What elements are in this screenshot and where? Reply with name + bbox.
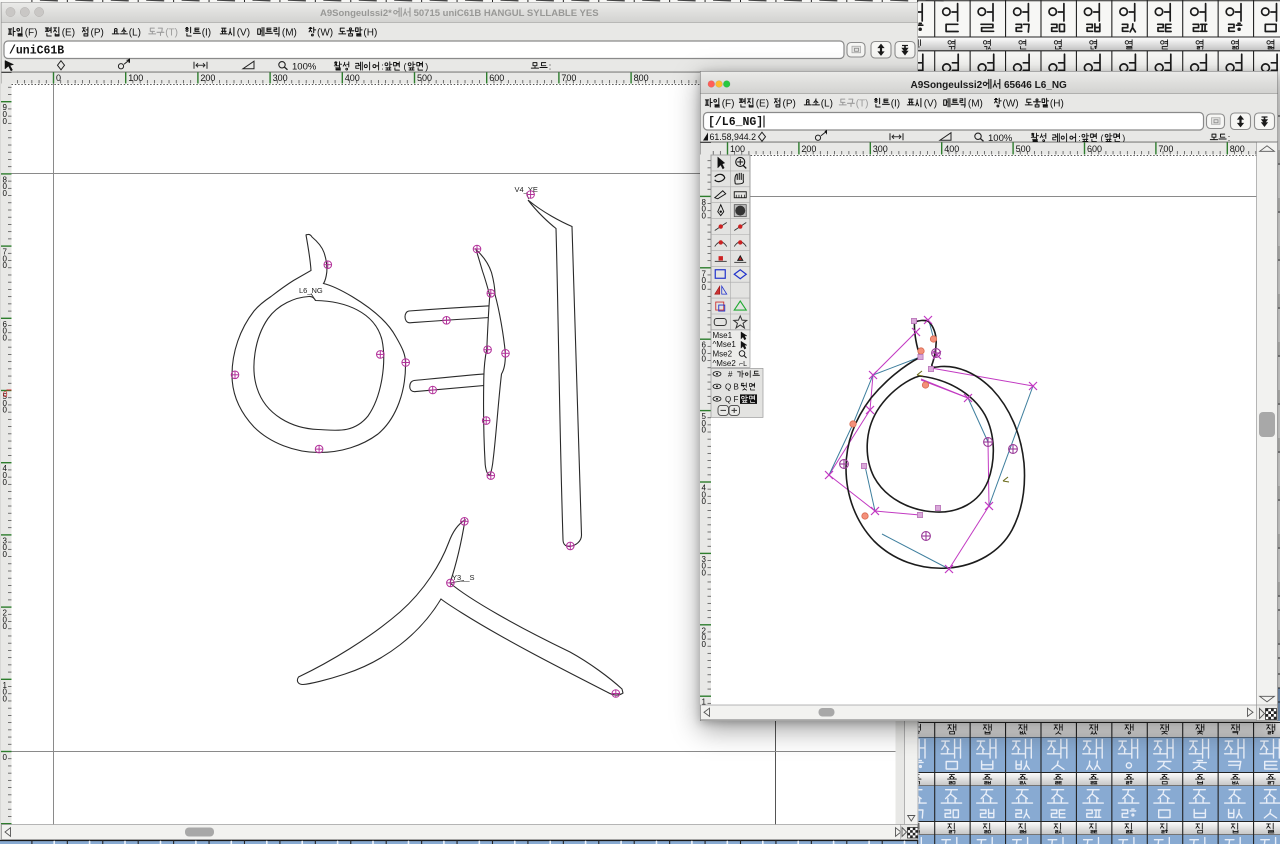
svg-text:(W): (W) — [1003, 99, 1019, 110]
svg-text:0: 0 — [3, 753, 8, 762]
svg-text:(M): (M) — [282, 28, 297, 39]
svg-text:Q F: Q F — [725, 395, 738, 404]
svg-text:0: 0 — [702, 569, 707, 578]
svg-text:100: 100 — [128, 73, 143, 83]
svg-text:(V): (V) — [237, 28, 250, 39]
svg-text:100: 100 — [730, 144, 745, 154]
svg-text:(H): (H) — [1050, 99, 1064, 110]
svg-text:(F): (F) — [722, 99, 735, 110]
svg-text:700: 700 — [1158, 144, 1173, 154]
svg-text:Q B: Q B — [725, 382, 739, 391]
svg-text:700: 700 — [561, 73, 576, 83]
svg-text:0: 0 — [3, 333, 8, 342]
svg-text:0: 0 — [3, 406, 8, 415]
svg-text:400: 400 — [345, 73, 360, 83]
svg-text:0: 0 — [3, 189, 8, 198]
svg-text:(T): (T) — [856, 99, 869, 110]
svg-text:(T): (T) — [165, 28, 178, 39]
svg-text:(P): (P) — [91, 28, 104, 39]
svg-text:[/L6_NG]: [/L6_NG] — [708, 116, 763, 129]
svg-text:0: 0 — [3, 261, 8, 270]
svg-text:0: 0 — [702, 497, 707, 506]
svg-text:(P): (P) — [783, 99, 796, 110]
svg-text::: : — [381, 62, 384, 72]
svg-text:(I): (I) — [891, 99, 900, 110]
svg-text:(H): (H) — [363, 28, 377, 39]
svg-text:(E): (E) — [756, 99, 769, 110]
svg-text:0: 0 — [3, 478, 8, 487]
svg-text:(L): (L) — [129, 28, 141, 39]
svg-text:0: 0 — [3, 117, 8, 126]
svg-text:0: 0 — [3, 622, 8, 631]
svg-text:(W): (W) — [317, 28, 333, 39]
svg-text:0: 0 — [702, 640, 707, 649]
svg-text:0: 0 — [56, 73, 61, 83]
svg-text:(: ( — [404, 62, 407, 72]
svg-text:200: 200 — [200, 73, 215, 83]
svg-text:0: 0 — [702, 426, 707, 435]
svg-text:500: 500 — [1016, 144, 1031, 154]
svg-text:0: 0 — [3, 694, 8, 703]
svg-text:400: 400 — [944, 144, 959, 154]
svg-text::: : — [1228, 133, 1231, 143]
svg-text::: : — [1078, 133, 1081, 143]
svg-text:): ) — [425, 62, 428, 72]
svg-text:^Mse1: ^Mse1 — [713, 340, 737, 349]
svg-text:): ) — [1122, 133, 1125, 143]
svg-text:800: 800 — [1230, 144, 1245, 154]
svg-text:#: # — [728, 370, 733, 379]
svg-text:(I): (I) — [202, 28, 211, 39]
svg-text:⌐L: ⌐L — [739, 361, 747, 368]
svg-text:50715 uniC61B HANGUL SYLLABLE: 50715 uniC61B HANGUL SYLLABLE YES — [414, 8, 599, 19]
svg-text:0: 0 — [702, 283, 707, 292]
svg-text:0: 0 — [702, 354, 707, 363]
svg-text:Mse1: Mse1 — [713, 331, 733, 340]
svg-text:(L): (L) — [821, 99, 833, 110]
svg-text:(: ( — [1101, 133, 1104, 143]
svg-text:800: 800 — [634, 73, 649, 83]
svg-text:600: 600 — [489, 73, 504, 83]
svg-text:300: 300 — [273, 73, 288, 83]
svg-text:0: 0 — [3, 550, 8, 559]
svg-text:(M): (M) — [968, 99, 983, 110]
svg-text:A9Songeulssi2: A9Songeulssi2 — [911, 80, 983, 91]
svg-text:600: 600 — [1087, 144, 1102, 154]
svg-text:0: 0 — [702, 212, 707, 221]
svg-text:61.58,944.2: 61.58,944.2 — [710, 132, 757, 142]
svg-text:(F): (F) — [25, 28, 38, 39]
svg-text:/uniC61B: /uniC61B — [9, 45, 64, 58]
svg-text::: : — [549, 62, 552, 72]
svg-text:Mse2: Mse2 — [713, 350, 733, 359]
svg-text:(V): (V) — [924, 99, 937, 110]
svg-text:65646 L6_NG: 65646 L6_NG — [1004, 80, 1067, 91]
svg-text:A9Songeulssi2*: A9Songeulssi2* — [320, 8, 392, 19]
svg-text:0: 0 — [3, 390, 8, 399]
svg-text:500: 500 — [417, 73, 432, 83]
svg-text:(E): (E) — [62, 28, 75, 39]
svg-text:300: 300 — [873, 144, 888, 154]
svg-text:200: 200 — [801, 144, 816, 154]
svg-text:^Mse2: ^Mse2 — [713, 359, 737, 368]
svg-text:100%: 100% — [292, 62, 317, 73]
